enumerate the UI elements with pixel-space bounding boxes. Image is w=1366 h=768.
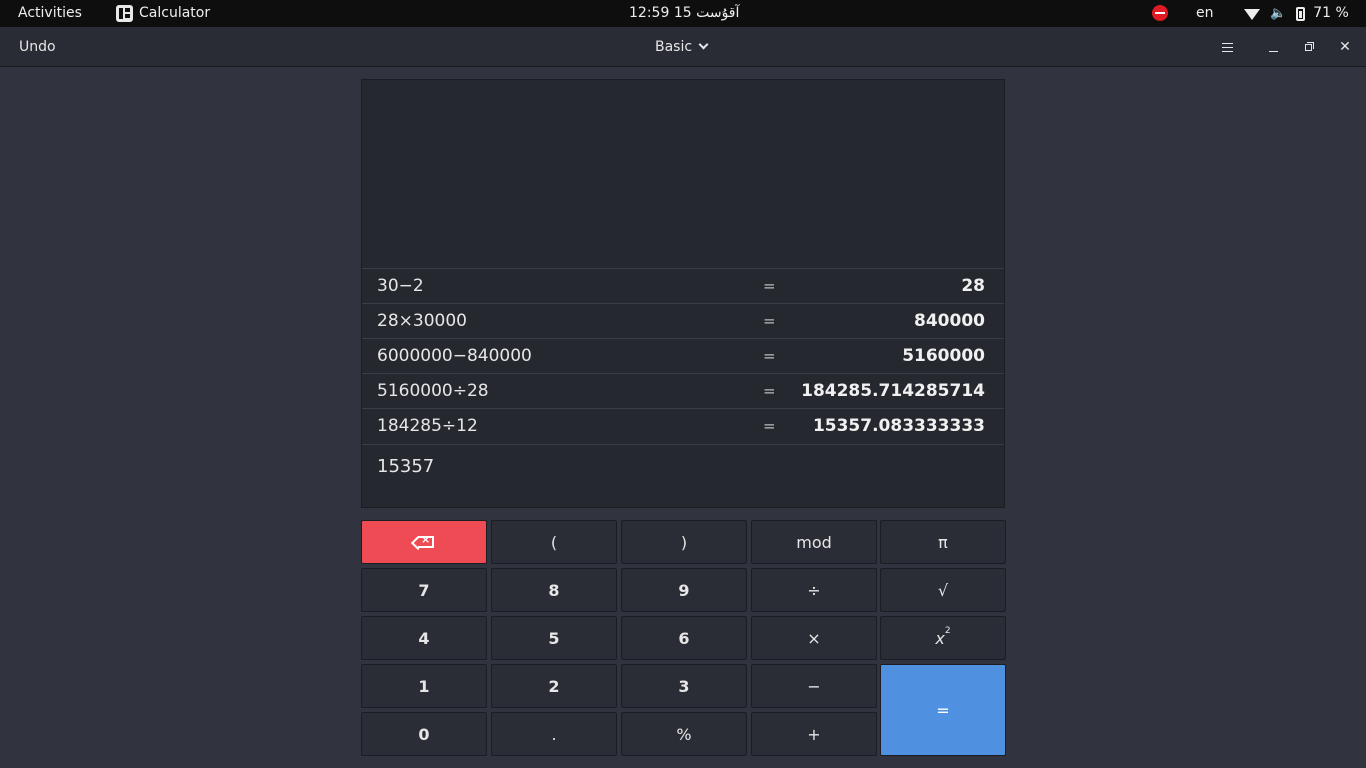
history-result: 184285.714285714 — [801, 381, 985, 401]
backspace-icon — [418, 533, 434, 548]
pi-button[interactable]: π — [880, 520, 1006, 564]
history-equals: = — [763, 312, 776, 330]
divide-button[interactable]: ÷ — [751, 568, 877, 612]
subtract-button[interactable]: − — [751, 664, 877, 708]
mode-selector[interactable]: Basic — [655, 27, 709, 67]
entry-field[interactable]: 15357 — [362, 444, 1004, 507]
digit-2-button[interactable]: 2 — [491, 664, 617, 708]
clock[interactable]: آقۇست 15 12:59 — [629, 0, 739, 27]
history-equals: = — [763, 347, 776, 365]
history-expression: 30−2 — [377, 276, 424, 296]
percent-button[interactable]: % — [621, 712, 747, 756]
history-expression: 6000000−840000 — [377, 346, 532, 366]
history-row[interactable]: 28×30000 = 840000 — [362, 303, 1004, 338]
history-expression: 184285÷12 — [377, 416, 478, 436]
history-equals: = — [763, 382, 776, 400]
calculator-app-icon — [116, 5, 133, 22]
mode-label: Basic — [655, 39, 693, 55]
history-result: 15357.083333333 — [812, 416, 985, 436]
history-row[interactable]: 5160000÷28 = 184285.714285714 — [362, 373, 1004, 408]
history-expression: 28×30000 — [377, 311, 467, 331]
digit-9-button[interactable]: 9 — [621, 568, 747, 612]
close-icon: ✕ — [1339, 39, 1351, 55]
square-root-button[interactable]: √ — [880, 568, 1006, 612]
add-button[interactable]: + — [751, 712, 877, 756]
history-row[interactable]: 30−2 = 28 — [362, 268, 1004, 303]
chevron-down-icon — [698, 39, 709, 50]
history-result: 28 — [961, 276, 985, 296]
minimize-icon — [1268, 50, 1278, 52]
digit-1-button[interactable]: 1 — [361, 664, 487, 708]
undo-button[interactable]: Undo — [19, 27, 56, 67]
history-equals: = — [763, 417, 776, 435]
entry-value: 15357 — [377, 456, 435, 477]
app-menu-label: Calculator — [139, 5, 211, 21]
decimal-point-button[interactable]: . — [491, 712, 617, 756]
volume-icon: 🔈 — [1270, 6, 1287, 21]
menu-icon — [1221, 42, 1233, 52]
header-bar: Undo Basic ✕ — [0, 27, 1366, 67]
square-exponent-label: 2 — [944, 626, 951, 636]
history-expression: 5160000÷28 — [377, 381, 489, 401]
history-equals: = — [763, 277, 776, 295]
system-top-bar: Activities Calculator آقۇست 15 12:59 en … — [0, 0, 1366, 27]
digit-8-button[interactable]: 8 — [491, 568, 617, 612]
square-base-label: x — [935, 628, 945, 648]
digit-0-button[interactable]: 0 — [361, 712, 487, 756]
digit-7-button[interactable]: 7 — [361, 568, 487, 612]
battery-icon — [1296, 6, 1306, 21]
equals-button[interactable]: = — [880, 664, 1006, 756]
activities-button[interactable]: Activities — [18, 0, 82, 27]
history-result: 840000 — [914, 311, 985, 331]
app-menu[interactable]: Calculator — [116, 0, 210, 27]
menu-button[interactable] — [1215, 27, 1239, 67]
close-paren-button[interactable]: ) — [621, 520, 747, 564]
mod-button[interactable]: mod — [751, 520, 877, 564]
history-row[interactable]: 6000000−840000 = 5160000 — [362, 338, 1004, 373]
battery-percentage: 71 % — [1313, 5, 1349, 21]
do-not-disturb-icon[interactable] — [1152, 5, 1168, 21]
close-button[interactable]: ✕ — [1333, 27, 1357, 67]
calculator-display: 30−2 = 28 28×30000 = 840000 6000000−8400… — [361, 79, 1005, 508]
history-row[interactable]: 184285÷12 = 15357.083333333 — [362, 408, 1004, 443]
multiply-button[interactable]: × — [751, 616, 877, 660]
language-indicator[interactable]: en — [1196, 0, 1214, 27]
digit-5-button[interactable]: 5 — [491, 616, 617, 660]
history-result: 5160000 — [902, 346, 985, 366]
open-paren-button[interactable]: ( — [491, 520, 617, 564]
backspace-button[interactable] — [361, 520, 487, 564]
digit-4-button[interactable]: 4 — [361, 616, 487, 660]
digit-6-button[interactable]: 6 — [621, 616, 747, 660]
system-status-area[interactable]: 🔈 71 % — [1244, 0, 1349, 27]
maximize-icon — [1304, 41, 1314, 51]
digit-3-button[interactable]: 3 — [621, 664, 747, 708]
maximize-button[interactable] — [1296, 27, 1320, 67]
minimize-button[interactable] — [1261, 27, 1285, 67]
square-button[interactable]: x2 — [880, 616, 1006, 660]
wifi-icon — [1244, 9, 1260, 20]
